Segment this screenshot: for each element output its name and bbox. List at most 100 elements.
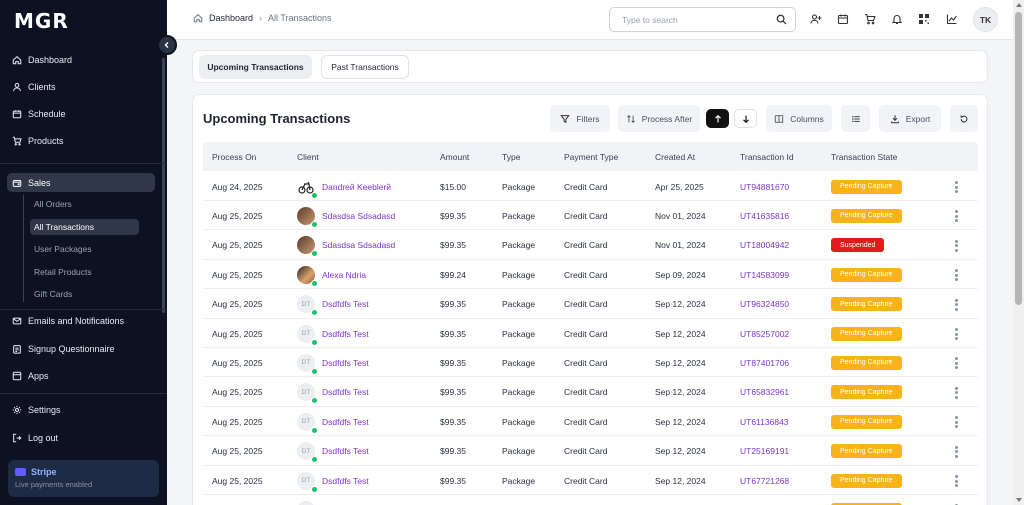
table-row[interactable]: Aug 25, 2025 DT Dsdfdfs Test $99.35 Package C… xyxy=(203,466,978,495)
row-actions-kebab-icon[interactable] xyxy=(954,386,958,399)
row-actions-kebab-icon[interactable] xyxy=(954,239,958,252)
col-type[interactable]: Type xyxy=(502,142,520,171)
sidebar-subitem-user-packages[interactable]: User Packages xyxy=(30,241,92,257)
client-link[interactable]: Dsdfdfs Test xyxy=(322,387,369,397)
cell-client: Dandreй Keeblerй xyxy=(297,172,391,201)
sidebar-subitem-all-orders[interactable]: All Orders xyxy=(30,196,72,212)
transaction-id-link[interactable]: UT18004942 xyxy=(740,231,789,260)
client-link[interactable]: Dsdfdfs Test xyxy=(322,299,369,309)
search-box[interactable] xyxy=(609,7,796,32)
col-amount[interactable]: Amount xyxy=(440,142,469,171)
table-row[interactable]: Aug 25, 2025 DT Dsdfdfs Test $99.35 Package C… xyxy=(203,319,978,348)
transaction-id-link[interactable]: UT94881670 xyxy=(740,172,789,201)
refresh-button[interactable] xyxy=(950,105,978,132)
table-row[interactable]: Aug 25, 2025 DT Dsdfdfs Test $99.35 Package C… xyxy=(203,437,978,466)
table-row[interactable]: Aug 25, 2025 DT Dsdfdfs Test $99.35 Package C… xyxy=(203,348,978,378)
table-row[interactable]: Aug 25, 2025 DT Dsdfdfs Test $99.35 Package C… xyxy=(203,378,978,407)
row-actions-kebab-icon[interactable] xyxy=(954,445,958,458)
sidebar-item-logout[interactable]: Log out xyxy=(12,430,58,446)
sidebar-item-signup-questionnaire[interactable]: Signup Questionnaire xyxy=(12,341,115,357)
row-actions-kebab-icon[interactable] xyxy=(954,416,958,429)
col-created-at[interactable]: Created At xyxy=(655,142,695,171)
sidebar-item-sales[interactable]: Sales xyxy=(7,173,155,192)
sidebar-divider xyxy=(0,309,167,310)
stripe-status-card[interactable]: Stripe Live payments enabled xyxy=(8,460,159,497)
cart-icon[interactable] xyxy=(863,12,877,26)
process-after-sort-button[interactable]: Process After xyxy=(618,105,700,132)
row-actions-kebab-icon[interactable] xyxy=(954,210,958,223)
add-user-icon[interactable] xyxy=(809,12,823,26)
client-link[interactable]: Dsdfdfs Test xyxy=(322,358,369,368)
cell-amount: $99.35 xyxy=(440,240,466,251)
transaction-id-link[interactable]: UT65832961 xyxy=(740,378,789,407)
tab-past-transactions[interactable]: Past Transactions xyxy=(321,55,409,79)
row-actions-kebab-icon[interactable] xyxy=(954,298,958,311)
sidebar-item-apps[interactable]: Apps xyxy=(12,368,49,384)
transaction-id-link[interactable]: UT96324850 xyxy=(740,290,789,319)
table-row[interactable]: Aug 25, 2025 Sdasdsa Sdsadasd $99.35 Packag… xyxy=(203,231,978,260)
search-icon[interactable] xyxy=(776,14,787,25)
transaction-id-link[interactable]: UT85257002 xyxy=(740,319,789,348)
sort-ascending-button[interactable] xyxy=(706,109,729,128)
sidebar-item-products[interactable]: Products xyxy=(12,133,64,149)
transaction-id-link[interactable]: UT67721268 xyxy=(740,466,789,495)
client-link[interactable]: Alexa Ndria xyxy=(322,270,366,280)
bell-icon[interactable] xyxy=(890,12,904,26)
col-client[interactable]: Client xyxy=(297,142,319,171)
row-actions-kebab-icon[interactable] xyxy=(954,181,958,193)
analytics-icon[interactable] xyxy=(945,12,959,26)
filters-button[interactable]: Filters xyxy=(550,105,610,132)
sidebar-item-schedule[interactable]: Schedule xyxy=(12,106,66,122)
sidebar-item-emails[interactable]: Emails and Notifications xyxy=(12,313,124,329)
list-view-button[interactable] xyxy=(841,105,870,132)
client-link[interactable]: Dsdfdfs Test xyxy=(322,446,369,456)
scrollbar-thumb[interactable] xyxy=(1015,12,1022,305)
table-row[interactable]: Aug 24, 2025 Dandreй Keeblerй $15.00 Packag… xyxy=(203,172,978,201)
breadcrumb-dashboard[interactable]: Dashboard xyxy=(209,13,253,23)
row-actions-kebab-icon[interactable] xyxy=(954,357,958,370)
scroll-up-icon[interactable] xyxy=(1016,3,1022,7)
transaction-id-link[interactable]: UT25169191 xyxy=(740,437,789,466)
table-row[interactable]: Aug 25, 2025 Alexa Ndria $99.24 Package Cred… xyxy=(203,260,978,290)
page-scrollbar[interactable] xyxy=(1013,0,1024,505)
col-process-on[interactable]: Process On xyxy=(212,142,256,171)
export-button[interactable]: Export xyxy=(879,105,941,132)
sidebar-item-dashboard[interactable]: Dashboard xyxy=(12,52,72,68)
sidebar-subitem-retail-products[interactable]: Retail Products xyxy=(30,264,92,280)
tab-upcoming-transactions[interactable]: Upcoming Transactions xyxy=(199,55,312,79)
transaction-id-link[interactable]: UT87401706 xyxy=(740,348,789,377)
col-transaction-id[interactable]: Transaction Id xyxy=(740,142,794,171)
col-transaction-state[interactable]: Transaction State xyxy=(831,142,897,171)
client-link[interactable]: Sdasdsa Sdsadasd xyxy=(322,240,395,250)
sidebar-scrollbar[interactable] xyxy=(162,58,165,313)
client-link[interactable]: Dandreй Keeblerй xyxy=(322,182,391,192)
client-link[interactable]: Dsdfdfs Test xyxy=(322,476,369,486)
table-row[interactable]: Aug 25, 2025 Sdasdsa Sdsadasd $99.35 Packag… xyxy=(203,201,978,231)
sidebar-subitem-all-transactions[interactable]: All Transactions xyxy=(30,219,139,235)
table-row[interactable]: Aug 25, 2025 DT Dsdfdfs Test $99.35 Package C… xyxy=(203,290,978,319)
sidebar-item-clients[interactable]: Clients xyxy=(12,79,56,95)
qr-code-icon[interactable] xyxy=(917,12,931,26)
scroll-down-icon[interactable] xyxy=(1016,498,1022,502)
table-row[interactable]: Aug 25, 2025 DT Dsdfdfs Test $99.35 Package C… xyxy=(203,407,978,437)
sidebar-divider xyxy=(0,393,167,394)
col-payment-type[interactable]: Payment Type xyxy=(564,142,618,171)
sidebar-item-settings[interactable]: Settings xyxy=(12,402,61,418)
collapse-sidebar-button[interactable] xyxy=(157,35,177,55)
transaction-id-link[interactable]: UT14583099 xyxy=(740,260,789,289)
row-actions-kebab-icon[interactable] xyxy=(954,269,958,282)
sort-descending-button[interactable] xyxy=(734,109,757,128)
client-link[interactable]: Sdasdsa Sdsadasd xyxy=(322,211,395,221)
client-link[interactable]: Dsdfdfs Test xyxy=(322,329,369,339)
row-actions-kebab-icon[interactable] xyxy=(954,475,958,487)
row-actions-kebab-icon[interactable] xyxy=(954,328,958,340)
search-input[interactable] xyxy=(622,14,762,25)
sidebar-subitem-gift-cards[interactable]: Gift Cards xyxy=(30,286,72,302)
calendar-icon[interactable] xyxy=(836,12,850,26)
transaction-id-link[interactable]: UT41635816 xyxy=(740,201,789,230)
user-avatar[interactable]: TK xyxy=(973,7,998,32)
columns-button[interactable]: Columns xyxy=(766,105,832,132)
client-link[interactable]: Dsdfdfs Test xyxy=(322,417,369,427)
table-row[interactable]: Pending Capture xyxy=(203,495,978,505)
transaction-id-link[interactable]: UT61136843 xyxy=(740,407,789,436)
